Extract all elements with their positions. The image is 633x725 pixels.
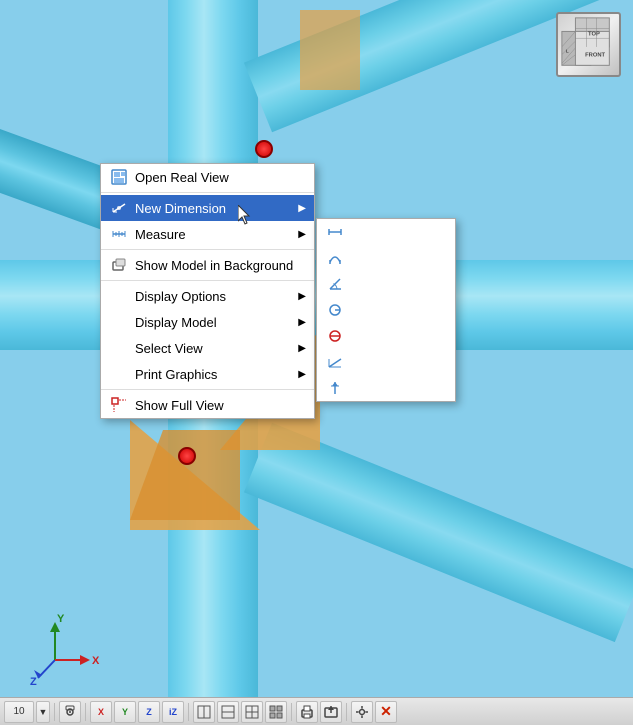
- menu-separator-4: [101, 389, 314, 390]
- submenu-item-slope[interactable]: Slope...: [317, 349, 455, 375]
- menu-label-select-view: Select View: [135, 341, 203, 356]
- measure-icon: [109, 224, 129, 244]
- print-graphics-icon: [109, 364, 129, 384]
- menu-label-show-full-view: Show Full View: [135, 398, 224, 413]
- sep1: [54, 703, 55, 721]
- zoom-dropdown-btn[interactable]: ▼: [36, 701, 50, 723]
- menu-label-measure: Measure: [135, 227, 186, 242]
- sep5: [346, 703, 347, 721]
- svg-text:X: X: [92, 655, 100, 667]
- print-btn[interactable]: [296, 701, 318, 723]
- submenu-label-angular: Angular...: [351, 277, 406, 292]
- svg-text:Z: Z: [30, 676, 37, 685]
- zoom-display[interactable]: 10: [4, 701, 34, 723]
- slope-icon: [325, 352, 345, 372]
- red-marker-2: [255, 140, 273, 158]
- menu-item-show-model-bg[interactable]: Show Model in Background: [101, 252, 314, 278]
- cube-navigator[interactable]: TOP L FRONT: [556, 12, 621, 77]
- menu-label-show-model-bg: Show Model in Background: [135, 258, 293, 273]
- submenu-label-linear: Linear...: [351, 225, 397, 240]
- menu-label-print-graphics: Print Graphics: [135, 367, 217, 382]
- menu-item-select-view[interactable]: Select View ▶: [101, 335, 314, 361]
- display-model-icon: [109, 312, 129, 332]
- red-marker-1: [178, 447, 196, 465]
- submenu-label-diameter: Diameter...: [351, 329, 414, 344]
- settings-btn[interactable]: [351, 701, 373, 723]
- new-dimension-icon: [109, 198, 129, 218]
- gusset-plate-3: [300, 10, 360, 90]
- context-menu: Open Real View New Dimension ▶: [100, 163, 315, 419]
- linear-icon: [325, 222, 345, 242]
- show-full-view-icon: [109, 395, 129, 415]
- menu-label-display-model: Display Model: [135, 315, 217, 330]
- z-axis-btn[interactable]: Z: [138, 701, 160, 723]
- submenu-item-arc-length[interactable]: Arc Length...: [317, 245, 455, 271]
- display-model-arrow: ▶: [298, 317, 306, 328]
- menu-label-new-dimension: New Dimension: [135, 201, 226, 216]
- submenu-label-elevation: Elevation...: [351, 381, 415, 396]
- camera-btn[interactable]: [59, 701, 81, 723]
- open-real-view-icon: [109, 167, 129, 187]
- submenu-label-radius: Radius...: [351, 303, 402, 318]
- submenu-item-elevation[interactable]: Elevation...: [317, 375, 455, 401]
- sep4: [291, 703, 292, 721]
- select-view-arrow: ▶: [298, 343, 306, 354]
- submenu-new-dimension: Linear... Arc Length...: [316, 218, 456, 402]
- arc-length-icon: [325, 248, 345, 268]
- menu-label-open-real-view: Open Real View: [135, 170, 229, 185]
- beam-diagonal-lower: [244, 423, 633, 642]
- select-view-icon: [109, 338, 129, 358]
- axis-indicator: Z Y X: [20, 610, 100, 685]
- display-options-arrow: ▶: [298, 291, 306, 302]
- iz-axis-btn[interactable]: iZ: [162, 701, 184, 723]
- display-options-icon: [109, 286, 129, 306]
- svg-text:TOP: TOP: [588, 31, 600, 37]
- print-graphics-arrow: ▶: [298, 369, 306, 380]
- menu-item-print-graphics[interactable]: Print Graphics ▶: [101, 361, 314, 387]
- view-2-btn[interactable]: [217, 701, 239, 723]
- elevation-icon: [325, 378, 345, 398]
- toolbar-bottom: 10 ▼ X Y Z iZ: [0, 697, 633, 725]
- svg-text:Y: Y: [57, 613, 65, 625]
- menu-item-new-dimension[interactable]: New Dimension ▶ Linear...: [101, 195, 314, 221]
- show-model-bg-icon: [109, 255, 129, 275]
- new-dimension-arrow: ▶: [298, 203, 306, 214]
- submenu-item-radius[interactable]: Radius...: [317, 297, 455, 323]
- submenu-label-slope: Slope...: [351, 355, 395, 370]
- sep3: [188, 703, 189, 721]
- menu-item-measure[interactable]: Measure ▶: [101, 221, 314, 247]
- radius-icon: [325, 300, 345, 320]
- export-btn[interactable]: [320, 701, 342, 723]
- svg-text:FRONT: FRONT: [585, 53, 605, 59]
- cad-viewport[interactable]: TOP L FRONT Z Y X: [0, 0, 633, 725]
- menu-separator-1: [101, 192, 314, 193]
- sep2: [85, 703, 86, 721]
- menu-item-display-options[interactable]: Display Options ▶: [101, 283, 314, 309]
- menu-separator-3: [101, 280, 314, 281]
- close-red-btn[interactable]: ✕: [375, 701, 397, 723]
- view-1-btn[interactable]: [193, 701, 215, 723]
- measure-arrow: ▶: [298, 229, 306, 240]
- menu-item-open-real-view[interactable]: Open Real View: [101, 164, 314, 190]
- x-axis-btn[interactable]: X: [90, 701, 112, 723]
- view-3-btn[interactable]: [241, 701, 263, 723]
- menu-separator-2: [101, 249, 314, 250]
- y-axis-btn[interactable]: Y: [114, 701, 136, 723]
- svg-text:L: L: [566, 49, 569, 55]
- menu-item-display-model[interactable]: Display Model ▶: [101, 309, 314, 335]
- menu-label-display-options: Display Options: [135, 289, 226, 304]
- submenu-item-diameter[interactable]: Diameter...: [317, 323, 455, 349]
- menu-item-show-full-view[interactable]: Show Full View: [101, 392, 314, 418]
- view-4-btn[interactable]: [265, 701, 287, 723]
- submenu-label-arc-length: Arc Length...: [351, 251, 425, 266]
- angular-icon: [325, 274, 345, 294]
- diameter-icon: [325, 326, 345, 346]
- submenu-item-angular[interactable]: Angular...: [317, 271, 455, 297]
- submenu-item-linear[interactable]: Linear...: [317, 219, 455, 245]
